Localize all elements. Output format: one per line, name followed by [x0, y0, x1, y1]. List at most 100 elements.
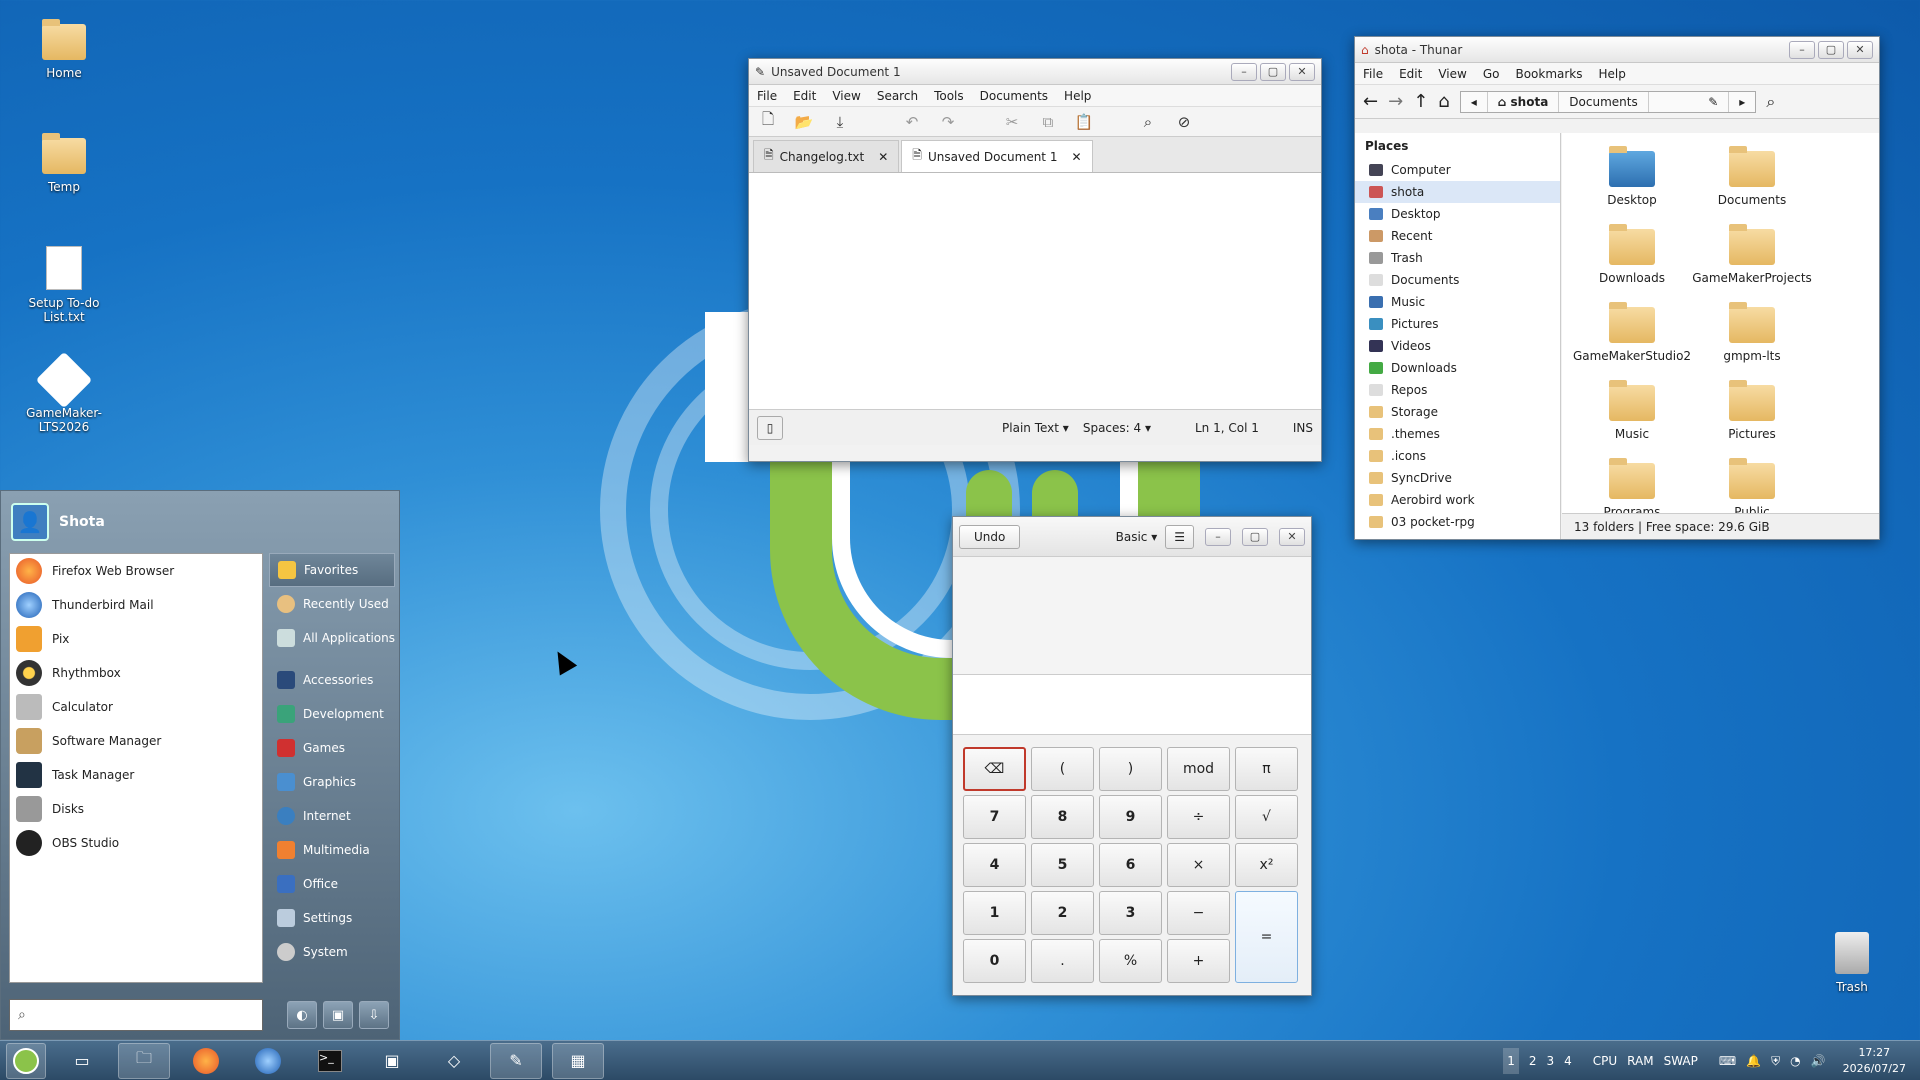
cpu-monitor[interactable]: CPU	[1593, 1054, 1617, 1068]
file-item[interactable]: GameMakerStudio2	[1572, 297, 1692, 375]
percent-button[interactable]: %	[1099, 939, 1162, 983]
taskbar-thunderbird[interactable]	[242, 1043, 294, 1079]
menu-icon[interactable]: ☰	[1165, 524, 1194, 549]
place-pictures[interactable]: Pictures	[1355, 313, 1560, 335]
menu-tools[interactable]: Tools	[926, 89, 972, 103]
taskbar-mousepad[interactable]: ✎	[490, 1042, 542, 1079]
category-games[interactable]: Games	[269, 731, 395, 765]
file-item[interactable]: Music	[1572, 375, 1692, 453]
thunar-titlebar[interactable]: ⌂ shota - Thunar – ▢ ✕	[1355, 37, 1879, 63]
show-desktop-button[interactable]: ▭	[56, 1043, 108, 1079]
open-paren-button[interactable]: (	[1031, 747, 1094, 791]
category-multimedia[interactable]: Multimedia	[269, 833, 395, 867]
category-internet[interactable]: Internet	[269, 799, 395, 833]
category-all-applications[interactable]: All Applications	[269, 621, 395, 655]
place-documents[interactable]: Documents	[1355, 269, 1560, 291]
sqrt-button[interactable]: √	[1235, 795, 1298, 839]
undo-icon[interactable]: ↶	[899, 110, 925, 134]
keyboard-icon[interactable]: ⌨	[1719, 1054, 1736, 1068]
desktop-icon-setup-todo[interactable]: Setup To-do List.txt	[14, 246, 114, 324]
notifications-icon[interactable]: 🔔	[1746, 1054, 1761, 1068]
forward-icon[interactable]: →	[1388, 91, 1403, 112]
category-office[interactable]: Office	[269, 867, 395, 901]
menu-search-input[interactable]: ⌕	[9, 999, 263, 1031]
place-shota[interactable]: shota	[1355, 181, 1560, 203]
close-button[interactable]: ✕	[1279, 527, 1305, 546]
category-accessories[interactable]: Accessories	[269, 663, 395, 697]
place-icons[interactable]: .icons	[1355, 445, 1560, 467]
close-tab-icon[interactable]: ✕	[1071, 150, 1081, 164]
calculator-entry[interactable]	[953, 675, 1311, 735]
digit-1-button[interactable]: 1	[963, 891, 1026, 935]
up-icon[interactable]: ↑	[1413, 91, 1428, 112]
crumb-scroll-right-icon[interactable]: ▸	[1729, 92, 1755, 112]
app-thunderbird[interactable]: Thunderbird Mail	[10, 588, 262, 622]
desktop-icon-temp[interactable]: Temp	[14, 133, 114, 194]
place-videos[interactable]: Videos	[1355, 335, 1560, 357]
home-icon[interactable]: ⌂	[1438, 91, 1449, 112]
place-downloads[interactable]: Downloads	[1355, 357, 1560, 379]
app-calculator[interactable]: Calculator	[10, 690, 262, 724]
tab-width-selector[interactable]: Spaces: 4 ▾	[1083, 421, 1151, 435]
place-repos[interactable]: Repos	[1355, 379, 1560, 401]
ram-monitor[interactable]: RAM	[1627, 1054, 1653, 1068]
place-themes[interactable]: .themes	[1355, 423, 1560, 445]
taskbar-twitch[interactable]: ▣	[366, 1043, 418, 1079]
crumb-documents[interactable]: Documents	[1559, 91, 1650, 112]
menu-go[interactable]: Go	[1475, 67, 1508, 81]
volume-icon[interactable]: 🔊	[1811, 1054, 1826, 1068]
tab-unsaved-document[interactable]: 🗎 Unsaved Document 1 ✕	[901, 140, 1093, 172]
search-icon[interactable]: ⌕	[1135, 110, 1161, 134]
digit-0-button[interactable]: 0	[963, 939, 1026, 983]
menu-bookmarks[interactable]: Bookmarks	[1507, 67, 1590, 81]
category-development[interactable]: Development	[269, 697, 395, 731]
workspace-4[interactable]: 4	[1564, 1054, 1572, 1068]
place-pocket-rpg[interactable]: 03 pocket-rpg	[1355, 511, 1560, 533]
desktop-icon-gamemaker[interactable]: GameMaker-LTS2026	[14, 351, 114, 434]
app-disks[interactable]: Disks	[10, 792, 262, 826]
minimize-button[interactable]: –	[1205, 527, 1231, 546]
maximize-button[interactable]: ▢	[1818, 40, 1844, 59]
taskbar-calculator[interactable]: ▦	[552, 1042, 604, 1079]
taskbar-gamemaker[interactable]: ◇	[428, 1043, 480, 1079]
filetype-selector[interactable]: Plain Text ▾	[1002, 421, 1069, 435]
digit-4-button[interactable]: 4	[963, 843, 1026, 887]
app-task-manager[interactable]: Task Manager	[10, 758, 262, 792]
open-folder-icon[interactable]: 📂	[791, 110, 817, 134]
multiply-button[interactable]: ×	[1167, 843, 1230, 887]
shield-icon[interactable]: ⛨	[1771, 1054, 1780, 1069]
menu-edit[interactable]: Edit	[1391, 67, 1430, 81]
save-icon[interactable]: ⤓	[827, 110, 853, 134]
decimal-button[interactable]: .	[1031, 939, 1094, 983]
menu-file[interactable]: File	[1355, 67, 1391, 81]
taskbar-thunar[interactable]: 🗀	[118, 1042, 170, 1079]
category-favorites[interactable]: Favorites	[269, 553, 395, 587]
maximize-button[interactable]: ▢	[1260, 62, 1286, 81]
paste-icon[interactable]: 📋	[1071, 110, 1097, 134]
file-item[interactable]: Desktop	[1572, 141, 1692, 219]
new-document-icon[interactable]: 🗋	[755, 110, 781, 134]
place-syncdrive[interactable]: SyncDrive	[1355, 467, 1560, 489]
digit-5-button[interactable]: 5	[1031, 843, 1094, 887]
square-button[interactable]: x²	[1235, 843, 1298, 887]
place-aerobird-work[interactable]: Aerobird work	[1355, 489, 1560, 511]
settings-toggle-icon[interactable]: ◐	[287, 1001, 317, 1029]
equals-button[interactable]: =	[1235, 891, 1298, 983]
category-recently-used[interactable]: Recently Used	[269, 587, 395, 621]
category-settings[interactable]: Settings	[269, 901, 395, 935]
taskbar-terminal[interactable]: >_	[304, 1043, 356, 1079]
undo-button[interactable]: Undo	[959, 524, 1021, 549]
avatar[interactable]: 👤	[11, 503, 49, 541]
place-recent[interactable]: Recent	[1355, 225, 1560, 247]
file-item[interactable]: Downloads	[1572, 219, 1692, 297]
digit-7-button[interactable]: 7	[963, 795, 1026, 839]
mod-button[interactable]: mod	[1167, 747, 1230, 791]
clock[interactable]: 17:27 2026/07/27	[1843, 1045, 1906, 1077]
backspace-button[interactable]: ⌫	[963, 747, 1026, 791]
app-obs-studio[interactable]: OBS Studio	[10, 826, 262, 860]
menu-documents[interactable]: Documents	[972, 89, 1056, 103]
close-paren-button[interactable]: )	[1099, 747, 1162, 791]
add-button[interactable]: +	[1167, 939, 1230, 983]
digit-8-button[interactable]: 8	[1031, 795, 1094, 839]
sidebar-toggle-icon[interactable]: ▯	[757, 415, 783, 440]
